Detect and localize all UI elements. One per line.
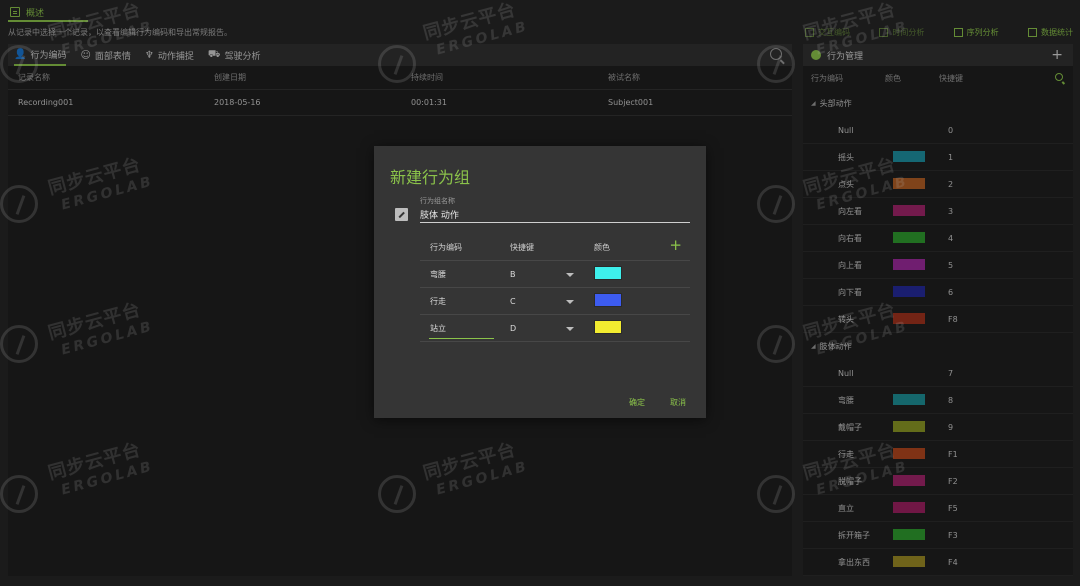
table-row: 行走 C <box>420 288 690 315</box>
chevron-down-icon <box>566 272 574 277</box>
code-name-input[interactable]: 站立 <box>420 323 500 334</box>
column-header: 行为编码 <box>430 242 462 252</box>
shortcut-select[interactable]: C <box>500 297 582 306</box>
shortcut-select[interactable]: D <box>500 324 582 333</box>
chevron-down-icon <box>566 299 574 304</box>
chevron-down-icon <box>566 326 574 331</box>
shortcut-value: B <box>510 269 516 279</box>
color-cell <box>582 293 652 309</box>
table-header: 行为编码 快捷键 颜色 + <box>420 234 690 261</box>
color-swatch[interactable] <box>594 320 622 334</box>
cancel-button[interactable]: 取消 <box>670 397 686 408</box>
shortcut-value: C <box>510 296 516 306</box>
ok-button[interactable]: 确定 <box>629 397 645 408</box>
code-name-input[interactable]: 行走 <box>420 296 500 307</box>
shortcut-value: D <box>510 323 517 333</box>
column-header: 颜色 <box>594 242 610 252</box>
group-name-underline <box>420 222 690 223</box>
add-row-button[interactable]: + <box>669 238 682 253</box>
group-name-label: 行为组名称 <box>420 197 455 205</box>
color-cell <box>582 320 652 336</box>
behavior-code-table: 行为编码 快捷键 颜色 + 弯腰 B 行走 C 站立 D <box>420 234 690 342</box>
color-swatch[interactable] <box>594 266 622 280</box>
code-name-input[interactable]: 弯腰 <box>420 269 500 280</box>
table-row: 弯腰 B <box>420 261 690 288</box>
focus-underline <box>429 337 494 339</box>
edit-icon <box>395 208 408 221</box>
dialog-title: 新建行为组 <box>390 168 471 187</box>
column-header: 快捷键 <box>510 242 534 252</box>
group-name-input[interactable]: 肢体 动作 <box>420 208 459 221</box>
shortcut-select[interactable]: B <box>500 270 582 279</box>
color-swatch[interactable] <box>594 293 622 307</box>
new-behavior-group-dialog: 新建行为组 行为组名称 肢体 动作 行为编码 快捷键 颜色 + 弯腰 B 行走 … <box>374 146 706 418</box>
table-row: 站立 D <box>420 315 690 342</box>
color-cell <box>582 266 652 282</box>
